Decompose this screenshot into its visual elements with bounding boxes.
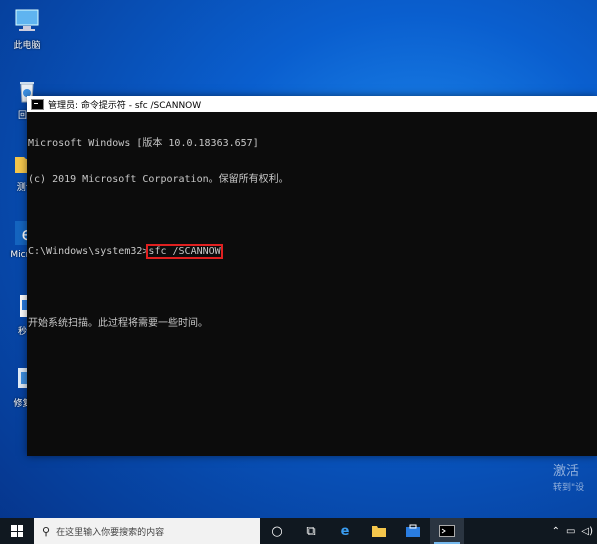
start-button[interactable]	[0, 518, 34, 544]
task-view-button[interactable]: ⧉	[294, 518, 328, 544]
taskbar-search-box[interactable]: ⚲ 在这里输入你要搜索的内容	[34, 518, 260, 544]
console-line-version: Microsoft Windows [版本 10.0.18363.657]	[28, 138, 259, 149]
volume-icon[interactable]: ◁)	[581, 526, 593, 537]
desktop-icon-label: 此电脑	[13, 41, 41, 51]
windows-logo-icon	[11, 525, 23, 537]
terminal-icon	[31, 98, 44, 110]
edge-icon: e	[340, 523, 350, 539]
task-view-icon: ⧉	[306, 523, 316, 539]
cortana-button[interactable]: ○	[260, 518, 294, 544]
console-line-copyright: (c) 2019 Microsoft Corporation。保留所有权利。	[28, 174, 289, 185]
terminal-icon	[439, 525, 455, 537]
cmd-title-bar[interactable]: 管理员: 命令提示符 - sfc /SCANNOW	[27, 96, 597, 112]
chevron-up-icon[interactable]: ⌃	[552, 526, 560, 537]
circle-icon: ○	[271, 523, 283, 539]
taskbar: ⚲ 在这里输入你要搜索的内容 ○ ⧉ e ⌃ ▭ ◁)	[0, 518, 597, 544]
cmd-window[interactable]: 管理员: 命令提示符 - sfc /SCANNOW Microsoft Wind…	[27, 96, 597, 456]
search-placeholder: 在这里输入你要搜索的内容	[56, 527, 165, 538]
taskbar-cmd[interactable]	[430, 518, 464, 544]
cmd-console[interactable]: Microsoft Windows [版本 10.0.18363.657] (c…	[27, 112, 597, 356]
console-line-command: C:\Windows\system32>sfc /SCANNOW	[28, 244, 596, 259]
taskbar-file-explorer[interactable]	[362, 518, 396, 544]
taskbar-store[interactable]	[396, 518, 430, 544]
computer-icon	[12, 6, 42, 36]
activation-watermark-hint: 转到"设	[553, 483, 585, 493]
taskbar-edge[interactable]: e	[328, 518, 362, 544]
activation-watermark-title: 激活	[553, 464, 580, 479]
console-line-output: 开始系统扫描。此过程将需要一些时间。	[28, 318, 208, 329]
cmd-title-text: 管理员: 命令提示符 - sfc /SCANNOW	[48, 100, 202, 111]
folder-icon	[372, 526, 386, 537]
store-icon	[406, 524, 420, 537]
desktop-icon-this-pc[interactable]: 此电脑	[2, 6, 52, 51]
console-prompt: C:\Windows\system32>	[28, 246, 149, 257]
search-icon: ⚲	[42, 524, 51, 538]
highlighted-command: sfc /SCANNOW	[146, 244, 223, 259]
network-icon[interactable]: ▭	[566, 526, 575, 537]
system-tray: ⌃ ▭ ◁)	[552, 526, 597, 537]
